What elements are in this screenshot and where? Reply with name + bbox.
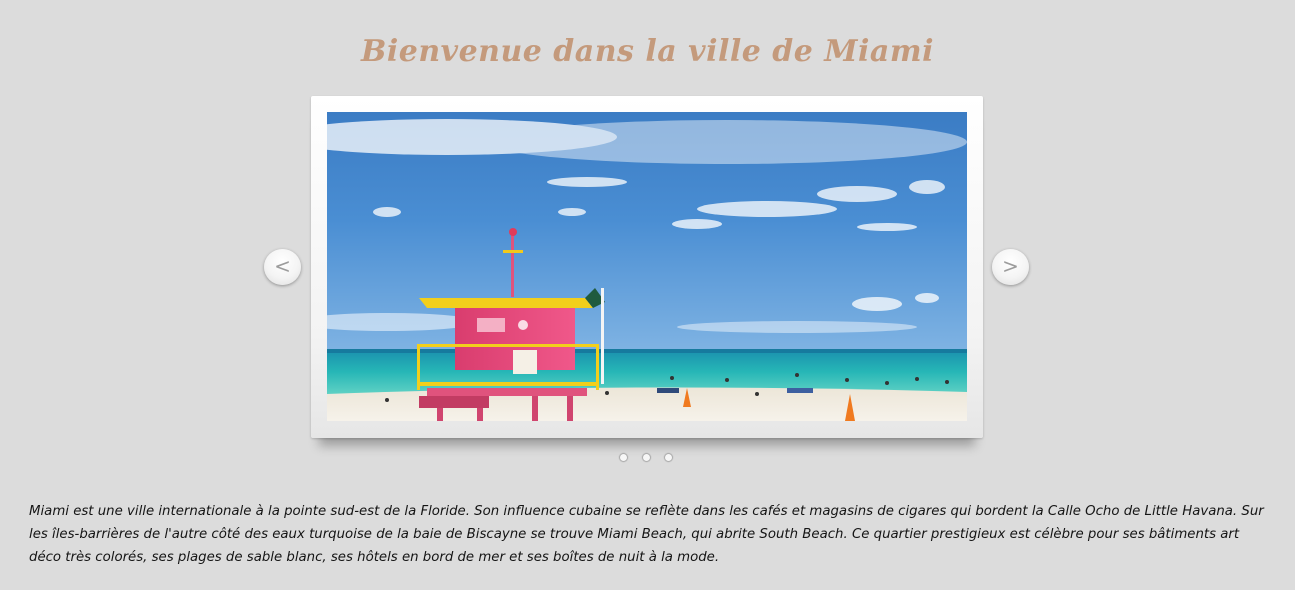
slider-dot-1[interactable] bbox=[620, 454, 627, 461]
city-description: Miami est une ville internationale à la … bbox=[29, 504, 1264, 565]
slider-prev-button[interactable]: < bbox=[264, 249, 301, 285]
slide-image-miami-beach-lifeguard-tower bbox=[327, 112, 967, 421]
slider-dot-2[interactable] bbox=[643, 454, 650, 461]
image-slider bbox=[311, 96, 983, 438]
slider-next-button[interactable]: > bbox=[992, 249, 1029, 285]
page-title: Bienvenue dans la ville de Miami bbox=[360, 34, 934, 69]
slider-dot-3[interactable] bbox=[665, 454, 672, 461]
